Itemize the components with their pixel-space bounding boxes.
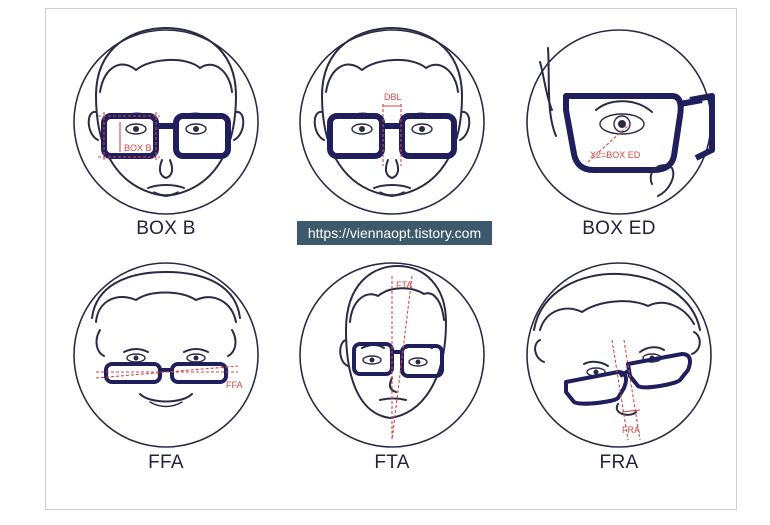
- box-ed-annotation: X2=BOX ED: [590, 150, 641, 160]
- ffa-annotation: FFA: [226, 380, 243, 390]
- caption-fra: FRA: [599, 452, 639, 473]
- caption-box-b: BOX B: [136, 218, 196, 239]
- caption-box-ed: BOX ED: [582, 218, 656, 239]
- fta-annotation: FTA: [396, 280, 412, 290]
- watermark-url: https://viennaopt.tistory.com: [297, 221, 492, 245]
- panel-box-ed: X2=BOX ED: [526, 29, 715, 215]
- caption-fta: FTA: [374, 452, 410, 473]
- eyewear-measurement-diagram: .ln { fill:none; stroke:#2a2b45; stroke-…: [73, 27, 715, 448]
- panel-ffa: FFA: [73, 262, 259, 448]
- panel-box-b: BOX B: [73, 27, 259, 215]
- caption-ffa: FFA: [148, 452, 184, 473]
- fra-annotation: FRA: [622, 425, 640, 435]
- panel-fta: FTA: [299, 262, 485, 448]
- box-b-annotation: BOX B: [124, 143, 152, 153]
- panel-dbl: DBL: [299, 27, 485, 215]
- panel-fra: FRA: [526, 262, 712, 448]
- dbl-annotation: DBL: [384, 92, 402, 102]
